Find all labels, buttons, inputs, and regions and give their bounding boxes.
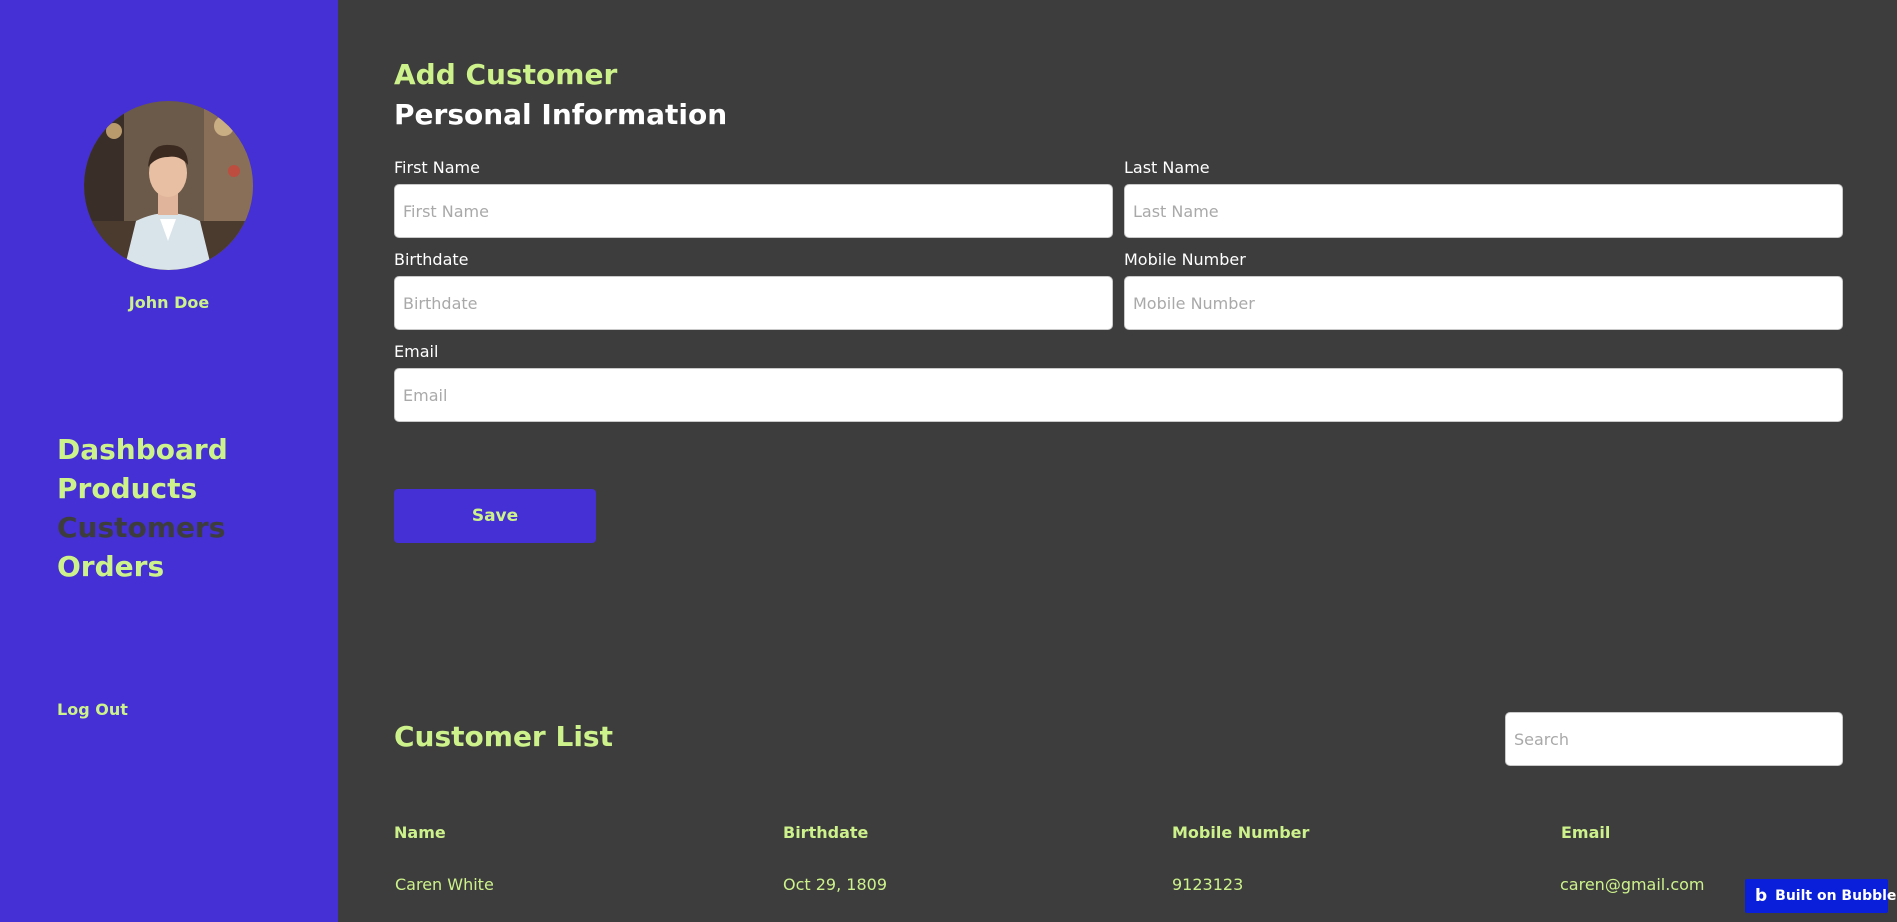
badge-label: Built on Bubble [1775, 888, 1897, 904]
nav-item-products[interactable]: Products [57, 469, 228, 508]
nav-item-orders[interactable]: Orders [57, 547, 228, 586]
email-input[interactable] [394, 368, 1843, 422]
cell-birthdate: Oct 29, 1809 [783, 875, 887, 894]
cell-mobile-number: 9123123 [1172, 875, 1244, 894]
last-name-input[interactable] [1124, 184, 1843, 238]
avatar [84, 101, 253, 270]
mobile-number-input[interactable] [1124, 276, 1843, 330]
built-on-bubble-badge[interactable]: b Built on Bubble [1745, 879, 1896, 913]
last-name-label: Last Name [1124, 158, 1210, 177]
section-title: Personal Information [394, 98, 728, 131]
main-content: Add Customer Personal Information First … [338, 0, 1897, 922]
nav-item-customers[interactable]: Customers [57, 508, 228, 547]
customer-list-title: Customer List [394, 720, 613, 753]
sidebar-nav: Dashboard Products Customers Orders [57, 430, 228, 586]
logout-link[interactable]: Log Out [57, 700, 128, 719]
cell-email: caren@gmail.com [1560, 875, 1705, 894]
sidebar: John Doe Dashboard Products Customers Or… [0, 0, 338, 922]
avatar-photo [84, 101, 253, 270]
search-input[interactable] [1505, 712, 1843, 766]
page-title: Add Customer [394, 58, 618, 91]
cell-name: Caren White [395, 875, 494, 894]
bubble-logo-icon: b [1755, 885, 1768, 906]
column-header-name[interactable]: Name [394, 823, 446, 842]
mobile-number-label: Mobile Number [1124, 250, 1246, 269]
email-label: Email [394, 342, 439, 361]
column-header-email[interactable]: Email [1561, 823, 1610, 842]
column-header-birthdate[interactable]: Birthdate [783, 823, 868, 842]
save-button[interactable]: Save [394, 489, 596, 543]
nav-item-dashboard[interactable]: Dashboard [57, 430, 228, 469]
birthdate-label: Birthdate [394, 250, 469, 269]
first-name-label: First Name [394, 158, 480, 177]
user-name: John Doe [128, 293, 210, 312]
birthdate-input[interactable] [394, 276, 1113, 330]
column-header-mobile-number[interactable]: Mobile Number [1172, 823, 1309, 842]
app-root: John Doe Dashboard Products Customers Or… [0, 0, 1897, 922]
first-name-input[interactable] [394, 184, 1113, 238]
